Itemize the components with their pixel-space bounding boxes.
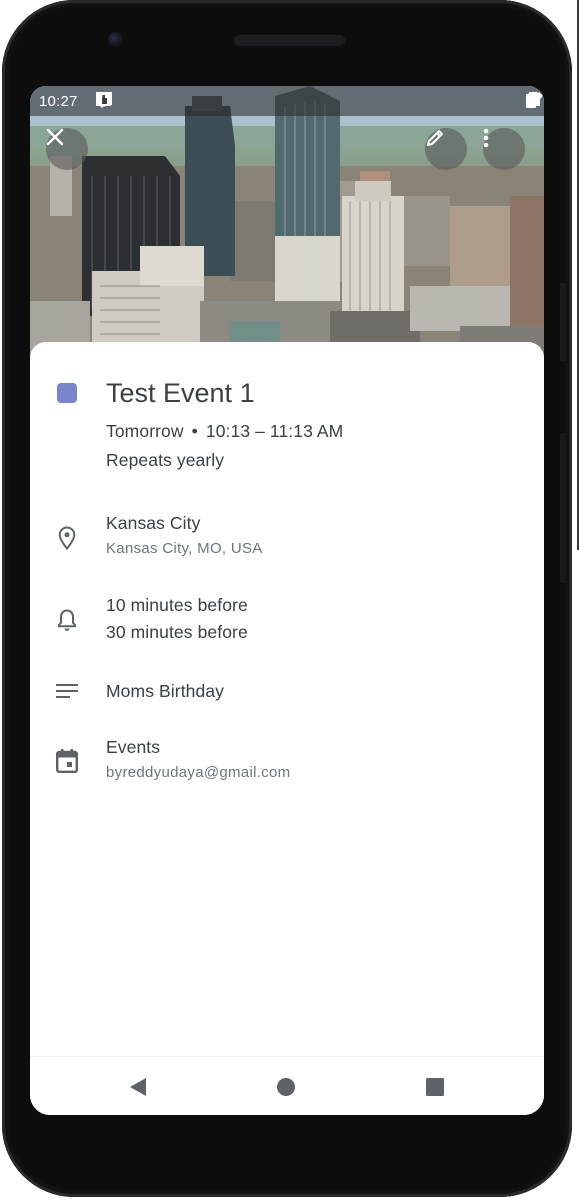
calendar-name: Events xyxy=(106,737,161,757)
front-camera xyxy=(108,32,123,47)
nav-recents-button[interactable] xyxy=(423,1075,447,1099)
pencil-icon xyxy=(427,130,443,146)
event-title-section: Test Event 1 Tomorrow • 10:13 – 11:13 AM R… xyxy=(30,376,544,476)
back-triangle-icon xyxy=(130,1078,146,1096)
calendar-color-chip xyxy=(54,380,80,406)
city-skyline-illustration xyxy=(30,86,544,376)
event-color-swatch xyxy=(57,383,77,403)
screen: 10:27 Test Event 1 Tomorrow • 10:13 – 11… xyxy=(30,86,544,1115)
location-name: Kansas City xyxy=(106,513,201,533)
status-bar: 10:27 xyxy=(30,86,544,116)
notification-second: 30 minutes before xyxy=(106,622,248,642)
nav-back-button[interactable] xyxy=(126,1075,150,1099)
status-time: 10:27 xyxy=(39,93,78,110)
home-circle-icon xyxy=(277,1078,295,1096)
close-icon xyxy=(46,128,64,146)
event-date-time: Tomorrow • 10:13 – 11:13 AM xyxy=(106,418,343,444)
location-row[interactable]: Kansas City Kansas City, MO, USA xyxy=(30,510,544,566)
earpiece-speaker xyxy=(233,33,346,46)
event-title: Test Event 1 xyxy=(106,378,255,408)
bell-icon xyxy=(54,607,80,633)
edit-button[interactable] xyxy=(425,128,467,170)
notes-lines-icon xyxy=(54,678,80,704)
event-details-sheet: Test Event 1 Tomorrow • 10:13 – 11:13 AM R… xyxy=(30,342,544,1062)
calendar-account: byreddyudaya@gmail.com xyxy=(106,764,291,781)
notification-first: 10 minutes before xyxy=(106,595,248,615)
window-edge xyxy=(577,0,579,550)
date-time-separator: • xyxy=(191,421,198,441)
notifications-row: 10 minutes before 30 minutes before xyxy=(30,592,544,648)
close-button[interactable] xyxy=(46,128,88,170)
event-date: Tomorrow xyxy=(106,421,184,441)
phone-frame: 10:27 Test Event 1 Tomorrow • 10:13 – 11… xyxy=(2,0,572,1197)
location-pin-icon xyxy=(54,525,80,551)
event-time-range: 10:13 – 11:13 AM xyxy=(205,421,344,441)
event-description: Moms Birthday xyxy=(106,681,224,701)
system-navigation-bar xyxy=(30,1056,544,1115)
more-options-button[interactable] xyxy=(483,128,525,170)
calendar-row: Events byreddyudaya@gmail.com xyxy=(30,734,544,790)
event-calendar-icon xyxy=(54,748,80,774)
volume-button xyxy=(560,433,566,583)
location-address: Kansas City, MO, USA xyxy=(106,540,263,557)
event-recurrence: Repeats yearly xyxy=(106,450,225,470)
nav-home-button[interactable] xyxy=(274,1075,298,1099)
recents-square-icon xyxy=(426,1078,444,1096)
power-button xyxy=(560,283,566,361)
more-vert-icon xyxy=(483,128,489,148)
event-header-image: 10:27 xyxy=(30,86,544,376)
description-row: Moms Birthday xyxy=(30,678,544,706)
